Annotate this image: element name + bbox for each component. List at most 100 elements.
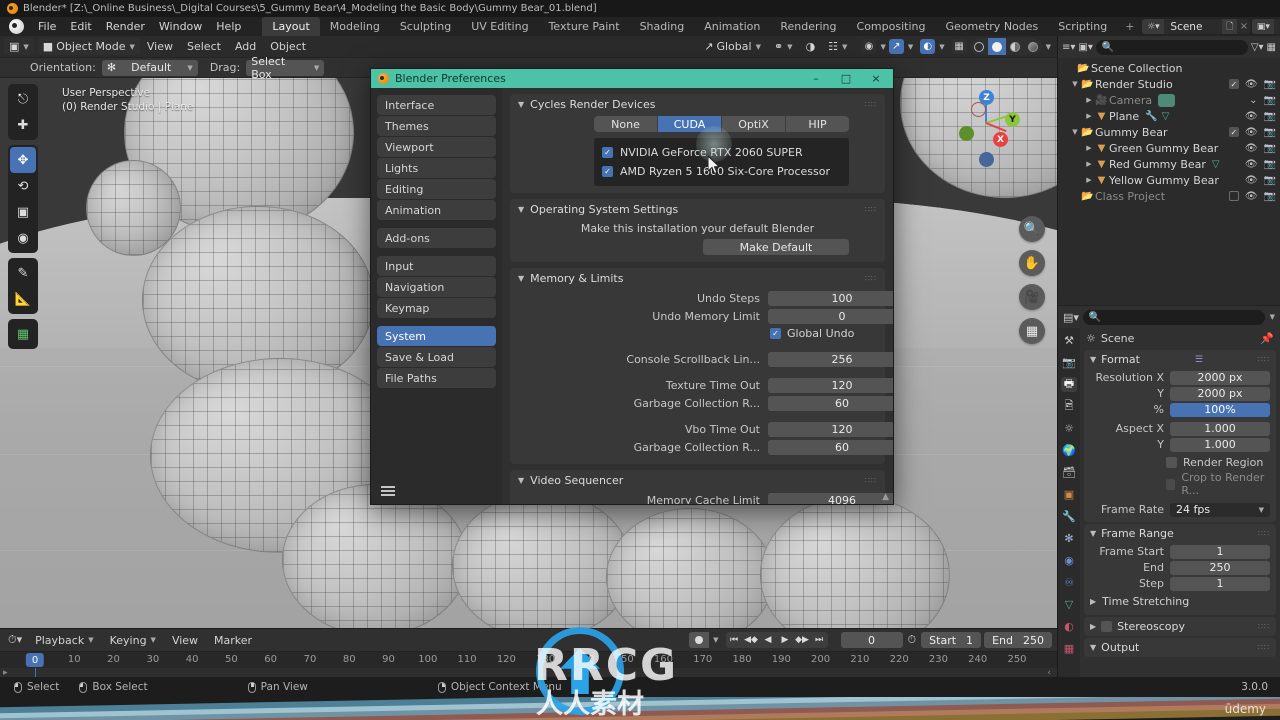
- outliner-display-mode-icon[interactable]: ▣▾: [1078, 42, 1092, 53]
- menu-render[interactable]: Render: [99, 18, 152, 35]
- editor-type-button[interactable]: ▣ ▼: [4, 38, 34, 55]
- camera-render-icon[interactable]: 📷: [1264, 95, 1276, 106]
- resolution-y-field[interactable]: 2000 px: [1170, 386, 1270, 401]
- menu-window[interactable]: Window: [152, 18, 209, 35]
- object-mode-dropdown[interactable]: ■ Object Mode ▼: [37, 38, 140, 55]
- blender-menu-icon[interactable]: [9, 19, 24, 34]
- disclosure-triangle[interactable]: ▼: [1070, 128, 1080, 136]
- timeline-menu-view[interactable]: View: [166, 632, 204, 648]
- tab-sculpting[interactable]: Sculpting: [390, 17, 461, 36]
- next-keyframe-button[interactable]: ◆▶: [794, 632, 811, 648]
- eye-icon[interactable]: ⌄: [1249, 95, 1257, 106]
- frame-rate-dropdown[interactable]: 24 fps ▼: [1170, 502, 1270, 517]
- undo-memory-limit-field[interactable]: 0: [768, 308, 893, 324]
- tool-measure-icon[interactable]: 📐: [10, 286, 36, 312]
- tab-modifiers[interactable]: 🔧: [1061, 509, 1077, 524]
- sidebar-toggle-arrow[interactable]: ‹: [1051, 86, 1055, 97]
- outliner-row-yellow-gummy-bear[interactable]: ▶ ▼ Yellow Gummy Bear 👁 📷: [1058, 172, 1280, 188]
- nav-input[interactable]: Input: [377, 256, 496, 276]
- tab-particles[interactable]: ✻: [1061, 531, 1077, 546]
- outliner-row-class-project[interactable]: 📂 Class Project 👁 📷: [1058, 188, 1280, 204]
- tab-material[interactable]: ◐: [1061, 619, 1077, 634]
- tab-texture[interactable]: ▦: [1061, 641, 1077, 656]
- viewport-menu-view[interactable]: View: [140, 39, 180, 54]
- gizmo-axis-neg-z[interactable]: [979, 152, 994, 167]
- timeline-playhead[interactable]: 0: [25, 653, 45, 667]
- menu-edit[interactable]: Edit: [63, 18, 98, 35]
- zoom-icon[interactable]: 🔍: [1019, 216, 1045, 242]
- tab-modeling[interactable]: Modeling: [320, 17, 390, 36]
- viewport-menu-add[interactable]: Add: [228, 39, 263, 54]
- vbo-time-out-field[interactable]: 120: [768, 421, 893, 437]
- shading-material-button[interactable]: [1006, 38, 1024, 55]
- nav-viewport[interactable]: Viewport: [377, 137, 496, 157]
- output-panel-header[interactable]: ▼ Output ∷∷: [1084, 638, 1276, 657]
- tab-object[interactable]: ▣: [1061, 487, 1077, 502]
- crop-to-render-row[interactable]: Crop to Render R...: [1166, 471, 1270, 497]
- tab-output[interactable]: 🖶: [1061, 377, 1077, 392]
- shading-rendered-button[interactable]: [1024, 38, 1042, 55]
- tool-transform-icon[interactable]: ◉: [10, 225, 36, 251]
- tab-physics[interactable]: ◉: [1061, 553, 1077, 568]
- camera-render-icon[interactable]: 📷: [1264, 111, 1276, 122]
- drag-dots-icon[interactable]: ∷∷: [865, 476, 877, 485]
- device-tab-optix[interactable]: OptiX: [722, 116, 786, 132]
- play-reverse-button[interactable]: ◀: [760, 632, 777, 648]
- frame-range-panel-header[interactable]: ▼ Frame Range ∷∷: [1084, 524, 1276, 543]
- render-region-row[interactable]: Render Region: [1166, 456, 1270, 469]
- resolution-x-field[interactable]: 2000 px: [1170, 370, 1270, 385]
- tab-tool[interactable]: ⚒: [1061, 333, 1077, 348]
- nav-file-paths[interactable]: File Paths: [377, 368, 496, 388]
- jump-to-end-button[interactable]: ⏭: [811, 632, 828, 648]
- frame-start-field[interactable]: 1: [1170, 544, 1270, 559]
- nav-lights[interactable]: Lights: [377, 158, 496, 178]
- camera-render-icon[interactable]: 📷: [1264, 191, 1276, 202]
- texture-gc-rate-field[interactable]: 60: [768, 395, 893, 411]
- preferences-menu-icon[interactable]: [381, 486, 395, 496]
- preferences-scroll-arrow[interactable]: ▲: [882, 492, 889, 502]
- tab-layout[interactable]: Layout: [262, 17, 320, 36]
- global-undo-row[interactable]: ✓ Global Undo: [770, 327, 885, 340]
- texture-time-out-field[interactable]: 120: [768, 377, 893, 393]
- shading-dropdown-caret[interactable]: ▼: [1046, 43, 1051, 51]
- previous-keyframe-button[interactable]: ◀◆: [743, 632, 760, 648]
- menu-file[interactable]: File: [31, 18, 63, 35]
- chevron-down-icon[interactable]: ▼: [1270, 313, 1275, 321]
- nav-themes[interactable]: Themes: [377, 116, 496, 136]
- tool-annotate-icon[interactable]: ✎: [10, 260, 36, 286]
- disclosure-triangle[interactable]: ▼: [1070, 80, 1080, 88]
- outliner-row-green-gummy-bear[interactable]: ▶ ▼ Green Gummy Bear 👁 📷: [1058, 140, 1280, 156]
- new-scene-button[interactable]: 🗋: [1222, 19, 1238, 34]
- filter-icon[interactable]: ▽▾: [1251, 42, 1264, 53]
- tool-tweak-icon[interactable]: ⎋: [10, 86, 36, 112]
- timeline-menu-marker[interactable]: Marker: [208, 632, 258, 648]
- tab-collection[interactable]: 🗃: [1061, 465, 1077, 480]
- tab-uv-editing[interactable]: UV Editing: [461, 17, 538, 36]
- tab-geometry-nodes[interactable]: Geometry Nodes: [935, 17, 1048, 36]
- resolution-percent-field[interactable]: 100%: [1170, 402, 1270, 417]
- camera-render-icon[interactable]: 📷: [1264, 159, 1276, 170]
- tab-animation[interactable]: Animation: [694, 17, 770, 36]
- viewport-menu-select[interactable]: Select: [180, 39, 228, 54]
- orientation-field[interactable]: ✻ Default ▼: [101, 59, 198, 76]
- tab-compositing[interactable]: Compositing: [847, 17, 936, 36]
- tab-world[interactable]: 🌍: [1061, 443, 1077, 458]
- camera-data-icon[interactable]: [1158, 93, 1176, 107]
- add-workspace-button[interactable]: +: [1117, 18, 1142, 35]
- format-panel-header[interactable]: ▼ Format ☰ ∷∷: [1084, 350, 1276, 369]
- outliner-search-input[interactable]: 🔍: [1095, 39, 1248, 55]
- eye-icon[interactable]: 👁: [1245, 175, 1258, 186]
- camera-render-icon[interactable]: 📷: [1264, 79, 1276, 90]
- drag-dots-icon[interactable]: ∷∷: [865, 274, 877, 283]
- gizmo-axis-x[interactable]: X: [993, 132, 1008, 147]
- global-undo-checkbox[interactable]: ✓: [770, 328, 781, 339]
- play-button[interactable]: ▶: [777, 632, 794, 648]
- nav-animation[interactable]: Animation: [377, 200, 496, 220]
- outliner-row-gummy-bear[interactable]: ▼ 📂 Gummy Bear ✓ 👁 📷: [1058, 124, 1280, 140]
- tab-shading[interactable]: Shading: [630, 17, 695, 36]
- pin-icon[interactable]: 📌: [1260, 332, 1274, 345]
- tab-scene[interactable]: ☼: [1061, 421, 1077, 436]
- frame-start-field[interactable]: Start 1: [921, 632, 982, 648]
- transform-orientation-dropdown[interactable]: ↗ Global ▼: [699, 38, 766, 55]
- disclosure-triangle[interactable]: ▶: [1084, 160, 1094, 168]
